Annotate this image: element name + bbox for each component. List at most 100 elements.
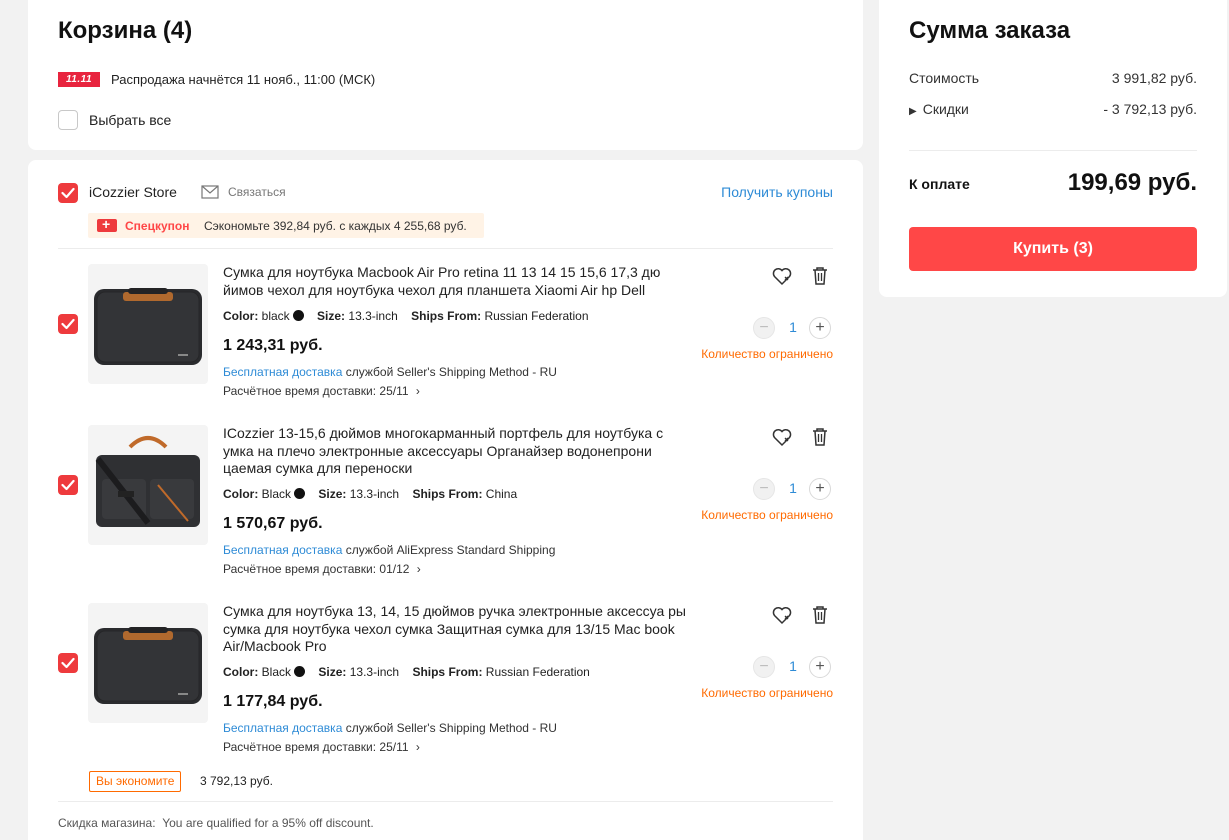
size-label: Size: (317, 309, 346, 323)
color-swatch (294, 666, 306, 677)
shipping-info: Бесплатная доставка службой Seller's Shi… (223, 721, 557, 735)
cart-item: ICozzier 13-15,6 дюймов многокарманный п… (28, 425, 863, 595)
size-label: Size: (318, 487, 347, 501)
size-label: Size: (318, 665, 347, 679)
eta-value: 25/11 (379, 740, 409, 754)
free-shipping-label: Бесплатная доставка (223, 543, 343, 557)
chevron-right-icon: › (415, 384, 420, 398)
quantity-increase-button[interactable]: + (809, 656, 831, 678)
product-price: 1 243,31 руб. (223, 337, 323, 354)
quantity-value[interactable]: 1 (783, 480, 803, 496)
trash-icon[interactable] (809, 426, 831, 448)
item-checkbox[interactable] (58, 314, 78, 334)
cost-label: Стоимость (909, 70, 980, 86)
product-price: 1 177,84 руб. (223, 693, 323, 710)
sale-badge: 11.11 (58, 72, 100, 87)
product-image[interactable] (88, 264, 208, 384)
coupon-label: Спецкупон (125, 219, 190, 233)
shipping-info: Бесплатная доставка службой Seller's Shi… (223, 365, 557, 379)
product-attributes: Color: Black Size: 13.3-inch Ships From:… (223, 487, 517, 501)
discounts-toggle[interactable]: ▶ Скидки (909, 101, 969, 117)
store-name[interactable]: iCozzier Store (89, 184, 177, 200)
product-attributes: Color: Black Size: 13.3-inch Ships From:… (223, 665, 590, 679)
ships-from-value: Russian Federation (485, 665, 590, 679)
free-shipping-label: Бесплатная доставка (223, 365, 343, 379)
store-discount-label: Скидка магазина: (58, 816, 156, 830)
coupon-icon (97, 216, 117, 232)
limited-quantity-notice: Количество ограничено (701, 508, 833, 522)
chevron-right-icon: › (416, 562, 421, 576)
wishlist-icon[interactable] (771, 426, 793, 448)
quantity-decrease-button[interactable]: − (753, 317, 775, 339)
trash-icon[interactable] (809, 604, 831, 626)
quantity-increase-button[interactable]: + (809, 317, 831, 339)
get-coupons-link[interactable]: Получить купоны (721, 184, 833, 200)
contact-seller-link[interactable]: Связаться (228, 185, 286, 199)
quantity-value[interactable]: 1 (783, 319, 803, 335)
cart-item: Сумка для ноутбука Macbook Air Pro retin… (28, 264, 863, 434)
shipping-method: службой Seller's Shipping Method - RU (345, 365, 557, 379)
eta-label: Расчётное время доставки: (223, 740, 377, 754)
eta-label: Расчётное время доставки: (223, 562, 377, 576)
coupon-bar: Спецкупон Сэкономьте 392,84 руб. с кажды… (88, 213, 484, 238)
discounts-label: Скидки (922, 101, 969, 117)
product-image[interactable] (88, 425, 208, 545)
store-checkbox[interactable] (58, 183, 78, 203)
delivery-eta[interactable]: Расчётное время доставки: 01/12 › (223, 562, 421, 576)
color-label: Color: (223, 309, 259, 323)
item-checkbox[interactable] (58, 475, 78, 495)
store-card: iCozzier Store Связаться Получить купоны… (28, 160, 863, 840)
limited-quantity-notice: Количество ограничено (701, 347, 833, 361)
quantity-increase-button[interactable]: + (809, 478, 831, 500)
savings-amount: 3 792,13 руб. (200, 774, 273, 788)
size-value: 13.3-inch (349, 487, 400, 501)
product-title[interactable]: Сумка для ноутбука 13, 14, 15 дюймов руч… (223, 603, 693, 656)
ships-from-value: Russian Federation (484, 309, 589, 323)
trash-icon[interactable] (809, 265, 831, 287)
savings-badge: Вы экономите (89, 771, 182, 792)
color-value: black (261, 309, 290, 323)
ships-from-label: Ships From: (412, 487, 483, 501)
delivery-eta[interactable]: Расчётное время доставки: 25/11 › (223, 384, 420, 398)
buy-button[interactable]: Купить (3) (909, 227, 1197, 271)
select-all-checkbox[interactable] (58, 110, 78, 130)
store-discount-text: You are qualified for a 95% off discount… (162, 816, 374, 830)
size-value: 13.3-inch (349, 665, 400, 679)
color-value: Black (261, 665, 292, 679)
delivery-eta[interactable]: Расчётное время доставки: 25/11 › (223, 740, 420, 754)
shipping-method: службой Seller's Shipping Method - RU (345, 721, 557, 735)
store-discount-note: Скидка магазина: You are qualified for a… (58, 816, 374, 830)
quantity-value[interactable]: 1 (783, 658, 803, 674)
item-checkbox[interactable] (58, 653, 78, 673)
wishlist-icon[interactable] (771, 265, 793, 287)
quantity-decrease-button[interactable]: − (753, 478, 775, 500)
color-label: Color: (223, 665, 259, 679)
sale-notice: Распродажа начнётся 11 нояб., 11:00 (МСК… (111, 72, 376, 87)
size-value: 13.3-inch (348, 309, 398, 323)
product-title[interactable]: Сумка для ноутбука Macbook Air Pro retin… (223, 264, 693, 299)
product-attributes: Color: black Size: 13.3-inch Ships From:… (223, 309, 589, 323)
product-title[interactable]: ICozzier 13-15,6 дюймов многокарманный п… (223, 425, 693, 478)
cost-value: 3 991,82 руб. (1111, 70, 1197, 86)
wishlist-icon[interactable] (771, 604, 793, 626)
total-label: К оплате (909, 176, 970, 192)
product-image[interactable] (88, 603, 208, 723)
color-value: Black (261, 487, 292, 501)
quantity-decrease-button[interactable]: − (753, 656, 775, 678)
eta-value: 25/11 (379, 384, 409, 398)
caret-right-icon: ▶ (909, 106, 917, 117)
divider (909, 150, 1197, 151)
shipping-info: Бесплатная доставка службой AliExpress S… (223, 543, 555, 557)
mail-icon[interactable] (201, 185, 219, 204)
ships-from-value: China (485, 487, 518, 501)
ships-from-label: Ships From: (411, 309, 482, 323)
ships-from-label: Ships From: (412, 665, 483, 679)
divider (58, 801, 833, 802)
discounts-value: - 3 792,13 руб. (1103, 101, 1197, 117)
color-swatch (294, 488, 306, 499)
color-label: Color: (223, 487, 259, 501)
cart-item: Сумка для ноутбука 13, 14, 15 дюймов руч… (28, 603, 863, 773)
divider (58, 248, 833, 249)
select-all-label[interactable]: Выбрать все (89, 112, 171, 128)
coupon-text: Сэкономьте 392,84 руб. с каждых 4 255,68… (204, 219, 467, 233)
